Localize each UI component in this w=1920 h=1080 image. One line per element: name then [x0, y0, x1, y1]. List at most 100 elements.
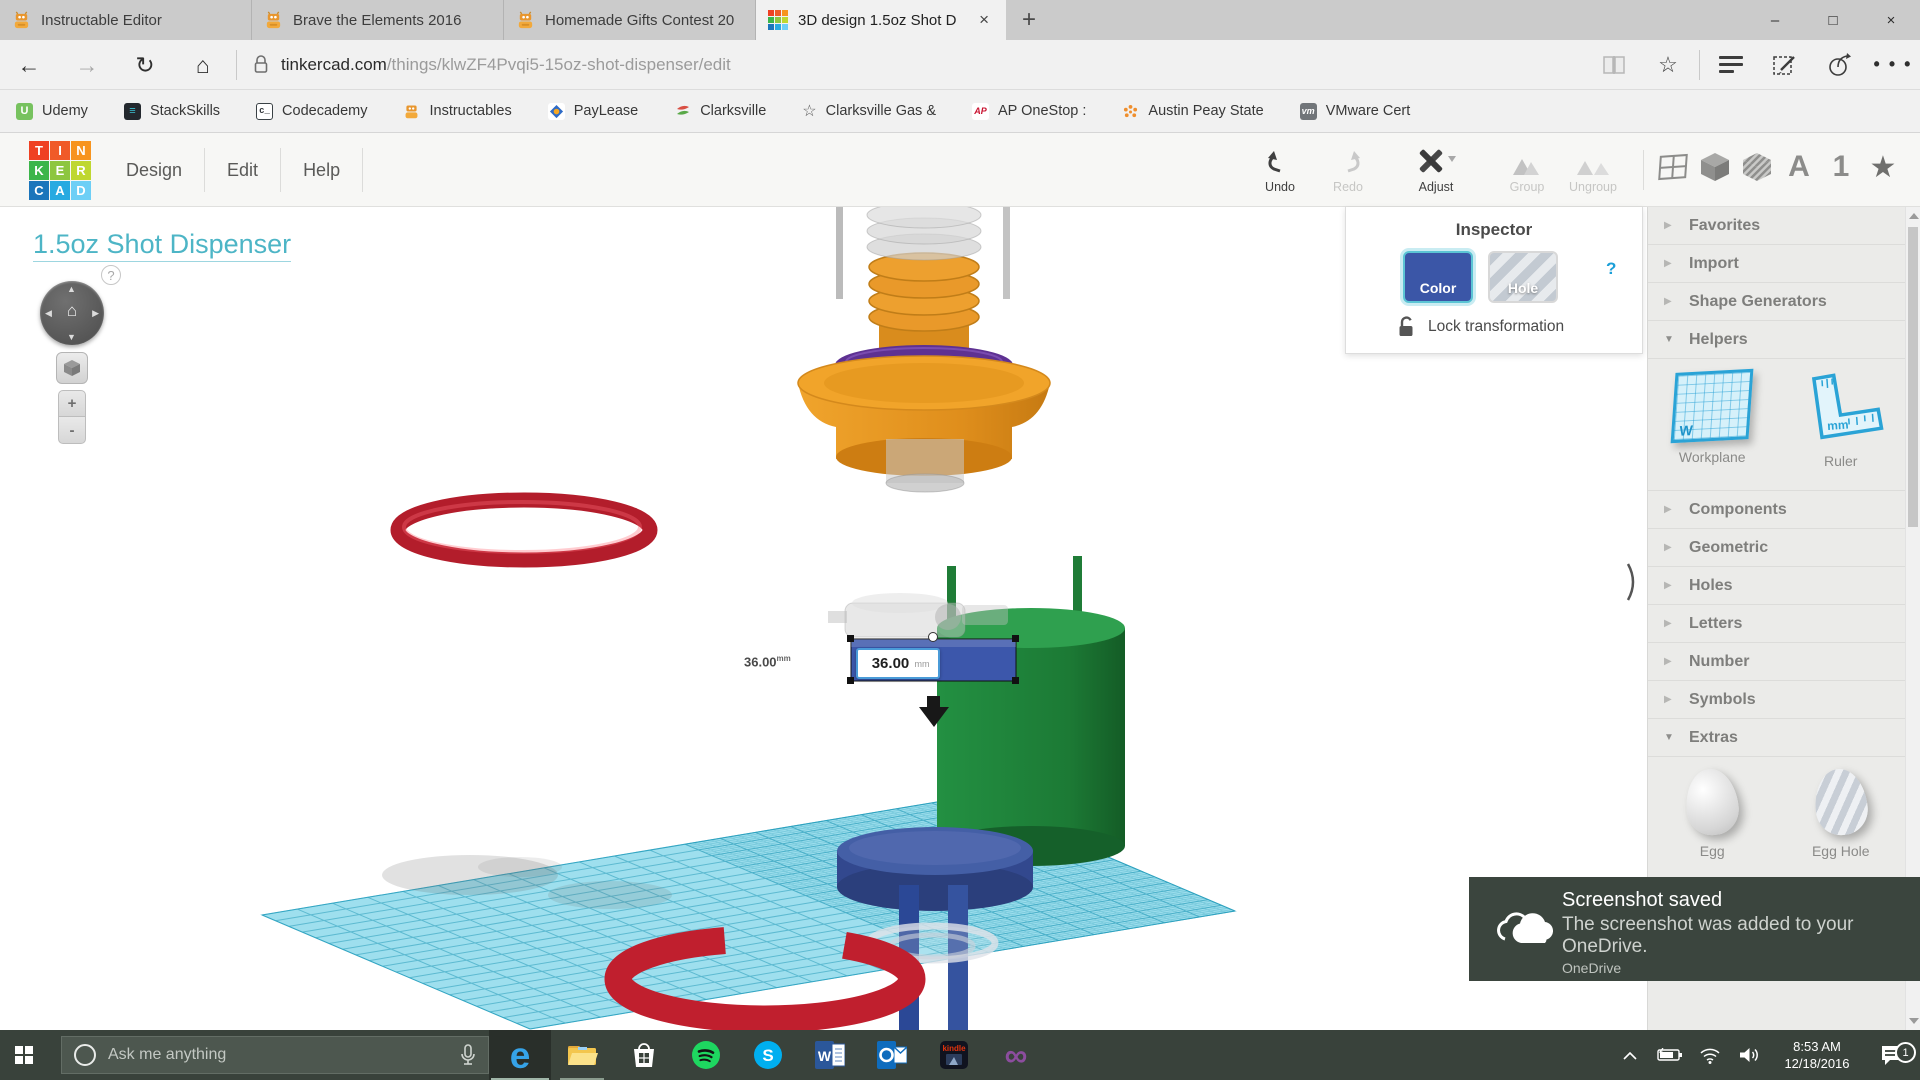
sidebar-section-extras[interactable]: ▼Extras — [1648, 719, 1905, 757]
ungroup-button[interactable]: Ungroup — [1554, 144, 1632, 194]
tab-3d-design-active[interactable]: 3D design 1.5oz Shot D × — [756, 0, 1006, 40]
window-maximize-button[interactable]: □ — [1804, 0, 1862, 40]
sidebar-section-number[interactable]: ▶Number — [1648, 643, 1905, 681]
bookmark-udemy[interactable]: UUdemy — [16, 103, 88, 120]
favorites-star-icon[interactable]: ★ — [1862, 143, 1904, 191]
scroll-up-icon[interactable] — [1909, 213, 1919, 219]
taskbar-app-word[interactable]: W — [799, 1030, 861, 1080]
taskbar-app-kindle[interactable]: kindle — [923, 1030, 985, 1080]
corner-handle[interactable] — [1012, 677, 1019, 684]
start-button[interactable] — [0, 1030, 48, 1080]
taskbar-app-spotify[interactable] — [675, 1030, 737, 1080]
search-input[interactable] — [108, 1046, 448, 1064]
taskbar-app-outlook[interactable] — [861, 1030, 923, 1080]
speaker-icon[interactable] — [1730, 1046, 1770, 1064]
design-title[interactable]: 1.5oz Shot Dispenser — [33, 229, 291, 262]
menu-help[interactable]: Help — [281, 160, 362, 181]
home-icon[interactable]: ⌂ — [174, 40, 232, 90]
bookmark-stackskills[interactable]: ≡StackSkills — [124, 103, 220, 120]
bookmark-codecademy[interactable]: c_Codecademy — [256, 103, 367, 120]
taskbar-app-store[interactable] — [613, 1030, 675, 1080]
hole-button[interactable]: Hole — [1488, 251, 1558, 303]
menu-design[interactable]: Design — [104, 160, 204, 181]
more-actions-icon[interactable]: • • • — [1866, 54, 1920, 75]
taskbar-app-edge[interactable]: e — [489, 1030, 551, 1080]
orbit-up-icon[interactable]: ▲ — [67, 284, 76, 294]
taskbar-app-file-explorer[interactable] — [551, 1030, 613, 1080]
workplane-shape[interactable]: W Workplane — [1648, 359, 1777, 490]
zoom-in-button[interactable]: + — [58, 390, 86, 417]
ruler-shape[interactable]: mm Ruler — [1777, 359, 1906, 490]
bookmark-vmware[interactable]: vmVMware Cert — [1300, 103, 1411, 120]
favorite-star-icon[interactable]: ☆ — [1641, 52, 1695, 78]
view-orbit-control[interactable]: ▲ ▼ ◀ ▶ ⌂ — [40, 281, 104, 345]
window-minimize-button[interactable]: – — [1746, 0, 1804, 40]
solid-box-icon[interactable] — [1694, 143, 1736, 191]
sidebar-collapse-chevron[interactable] — [1626, 562, 1640, 602]
shape-red-ring[interactable] — [398, 500, 650, 560]
sidebar-section-favorites[interactable]: ▶Favorites — [1648, 207, 1905, 245]
adjust-button[interactable]: Adjust — [1396, 144, 1476, 194]
shape-green-cylinder[interactable] — [937, 556, 1125, 866]
scrollbar-thumb[interactable] — [1908, 227, 1918, 527]
sidebar-section-import[interactable]: ▶Import — [1648, 245, 1905, 283]
zoom-out-button[interactable]: - — [58, 417, 86, 444]
help-bubble[interactable]: ? — [101, 265, 121, 285]
bookmark-clarksville[interactable]: Clarksville — [674, 103, 766, 120]
tab-brave-the-elements[interactable]: Brave the Elements 2016 — [252, 0, 504, 40]
shape-threaded-cap[interactable] — [798, 207, 1050, 492]
tab-close-icon[interactable]: × — [974, 10, 994, 30]
microphone-icon[interactable] — [460, 1044, 476, 1066]
refresh-icon[interactable]: ↻ — [116, 40, 174, 90]
taskbar-app-visual-studio[interactable]: ∞ — [985, 1030, 1047, 1080]
tab-instructable-editor[interactable]: Instructable Editor — [0, 0, 252, 40]
sidebar-section-geometric[interactable]: ▶Geometric — [1648, 529, 1905, 567]
forward-icon[interactable]: → — [58, 40, 116, 90]
sidebar-section-symbols[interactable]: ▶Symbols — [1648, 681, 1905, 719]
cortana-search-box[interactable] — [61, 1036, 489, 1074]
new-tab-button[interactable]: + — [1006, 0, 1052, 40]
top-handle[interactable] — [929, 633, 938, 642]
group-button[interactable]: Group — [1491, 144, 1563, 194]
dimension-input[interactable] — [867, 655, 915, 672]
bookmark-paylease[interactable]: PayLease — [548, 103, 639, 120]
sidebar-section-components[interactable]: ▶Components — [1648, 491, 1905, 529]
undo-button[interactable]: Undo — [1244, 144, 1316, 194]
menu-edit[interactable]: Edit — [205, 160, 280, 181]
bookmark-austin-peay[interactable]: Austin Peay State — [1122, 103, 1263, 120]
sidebar-section-holes[interactable]: ▶Holes — [1648, 567, 1905, 605]
window-close-button[interactable]: × — [1862, 0, 1920, 40]
bookmark-ap-onestop[interactable]: APAP OneStop : — [972, 103, 1086, 120]
action-center-button[interactable]: 1 — [1864, 1044, 1920, 1066]
sidebar-section-helpers[interactable]: ▼Helpers — [1648, 321, 1905, 359]
view-home-icon[interactable]: ⌂ — [40, 301, 104, 321]
inspector-help[interactable]: ? — [1606, 259, 1616, 279]
hole-box-icon[interactable] — [1736, 143, 1778, 191]
dimension-input-box[interactable]: mm — [856, 648, 940, 679]
color-button[interactable]: Color — [1403, 251, 1473, 303]
wifi-icon[interactable] — [1690, 1047, 1730, 1064]
taskbar-app-skype[interactable]: S — [737, 1030, 799, 1080]
egg-shape[interactable]: Egg — [1648, 757, 1777, 867]
onedrive-toast-notification[interactable]: Screenshot saved The screenshot was adde… — [1469, 877, 1920, 981]
sidebar-section-letters[interactable]: ▶Letters — [1648, 605, 1905, 643]
corner-handle[interactable] — [847, 677, 854, 684]
back-icon[interactable]: ← — [0, 40, 58, 90]
lock-transformation-toggle[interactable]: Lock transformation — [1396, 315, 1564, 339]
battery-icon[interactable] — [1650, 1048, 1690, 1062]
reading-view-icon[interactable] — [1587, 54, 1641, 76]
corner-handle[interactable] — [847, 635, 854, 642]
tray-chevron-up-icon[interactable] — [1610, 1051, 1650, 1060]
redo-button[interactable]: Redo — [1312, 144, 1384, 194]
url-field[interactable]: tinkercad.com/things/klwZF4Pvqi5-15oz-sh… — [281, 55, 731, 75]
web-note-icon[interactable] — [1758, 52, 1812, 78]
tab-homemade-gifts[interactable]: Homemade Gifts Contest 20 — [504, 0, 756, 40]
egg-hole-shape[interactable]: Egg Hole — [1777, 757, 1906, 867]
taskbar-clock[interactable]: 8:53 AM 12/18/2016 — [1770, 1038, 1864, 1072]
letter-a-icon[interactable]: A — [1778, 143, 1820, 191]
number-1-icon[interactable]: 1 — [1820, 143, 1862, 191]
share-icon[interactable] — [1812, 52, 1866, 78]
workplane-grid-icon[interactable] — [1652, 143, 1694, 191]
scroll-down-icon[interactable] — [1909, 1018, 1919, 1024]
sidebar-section-shape-generators[interactable]: ▶Shape Generators — [1648, 283, 1905, 321]
